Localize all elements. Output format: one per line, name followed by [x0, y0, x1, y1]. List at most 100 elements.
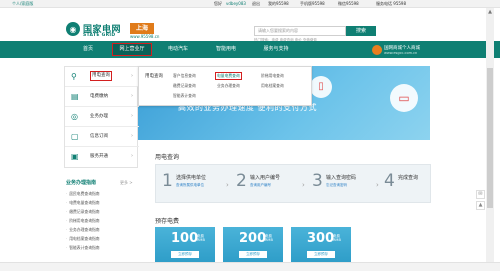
nav-service-support[interactable]: 服务与支持	[254, 41, 298, 58]
prepaid-button[interactable]: 立即预存	[171, 251, 199, 258]
flyout-link-bill-query[interactable]: 电量电费查询	[215, 72, 242, 80]
chevron-right-icon: ›	[131, 73, 133, 79]
sidebar-item-business[interactable]: ◎ 业务办理 ›	[65, 107, 139, 127]
banner-pagination[interactable]	[230, 132, 270, 147]
step-number: 2	[236, 171, 247, 191]
flyout-link[interactable]: 智能表计查询	[173, 93, 196, 99]
business-guide-more-link[interactable]: 更多 >	[120, 180, 133, 186]
step-link[interactable]: 查询所属供电单位	[176, 183, 204, 188]
flyout-link[interactable]: 阶梯用电查询	[261, 73, 284, 79]
prepaid-card-300[interactable]: 300 电费 RMB 立即预存	[291, 227, 351, 263]
sidebar-item-usage-query[interactable]: ⚲ 用电查询 ›	[65, 67, 139, 87]
prepaid-card-200[interactable]: 200 电费 RMB 立即预存	[223, 227, 283, 263]
chevron-right-icon: ›	[131, 153, 133, 159]
city-selector[interactable]: 上海	[130, 23, 154, 34]
step-number: 1	[162, 171, 173, 191]
banner-mobile-icon: ▯	[310, 76, 332, 98]
nav-ev[interactable]: 电动汽车	[158, 41, 198, 58]
back-to-top-icon[interactable]: ▲	[476, 201, 485, 210]
mall-promo[interactable]: 国网商城个人商城 www.esgcc.com.cn	[372, 45, 432, 57]
logo-english-text[interactable]: STATE GRID	[83, 33, 115, 38]
list-item[interactable]: 阶梯用电查询指南	[66, 218, 99, 224]
step-3: 3 输入查询密码 忘记查询密码	[312, 171, 376, 199]
arrow-right-icon: ›	[226, 181, 229, 189]
list-item[interactable]: 智能表计查询指南	[66, 245, 99, 251]
service-icon: ◎	[71, 112, 78, 121]
sidebar-item-label: 业务办理	[90, 114, 108, 119]
step-link[interactable]: 查询用户编号	[250, 183, 271, 188]
step-arrow: ›	[302, 171, 312, 199]
prepaid-amount: 200	[239, 231, 267, 246]
banner-monitor-icon: ▭	[390, 84, 418, 112]
flyout-link[interactable]: 用电档案查询	[261, 83, 284, 89]
step-title: 输入查询密码	[326, 175, 357, 181]
site-domain: www.95598.cn	[130, 34, 160, 39]
browser-status-bar	[0, 262, 500, 271]
welcome-text: 您好	[214, 1, 222, 6]
scrollbar-thumb[interactable]	[487, 68, 493, 208]
site-header: ◉ 国家电网 STATE GRID 上海 www.95598.cn 请输入您要搜…	[0, 8, 500, 42]
query-steps: 1 选择供电单位 查询所属供电单位 › 2 输入用户编号 查询用户编号 › 3 …	[155, 164, 431, 203]
prepaid-unit: 电费 RMB	[265, 234, 273, 242]
nav-smart-power[interactable]: 智能用电	[206, 41, 246, 58]
sidebar-item-subscribe[interactable]: ▢ 信息订阅 ›	[65, 127, 139, 147]
list-item[interactable]: 缴费记录查询指南	[66, 209, 99, 215]
scroll-up-icon[interactable]: ▲	[486, 8, 494, 16]
step-title: 输入用户编号	[250, 175, 281, 181]
arrow-right-icon: ›	[376, 181, 379, 189]
step-link[interactable]: 忘记查询密码	[326, 183, 347, 188]
personal-link[interactable]: 个人/家庭版	[12, 0, 33, 8]
prepaid-heading: 预存电费	[155, 218, 180, 225]
magnifier-icon: ⚲	[71, 72, 77, 81]
subscribe-icon: ▢	[71, 132, 79, 141]
unit-bottom: RMB	[197, 238, 205, 242]
usage-query-flyout: 用电查询 客户信息查询 电量电费查询 阶梯用电查询 缴费记录查询 业务办理查询 …	[138, 66, 312, 106]
list-item[interactable]: 电费电量查询指南	[66, 200, 99, 206]
open-service-icon: ▣	[71, 152, 79, 161]
flyout-title: 用电查询	[145, 74, 163, 79]
my-95598-link[interactable]: 我的95598	[268, 0, 289, 8]
hotline-text: 服务电话 95598	[376, 1, 406, 6]
prepaid-button[interactable]: 立即预存	[239, 251, 267, 258]
search-button[interactable]: 搜索	[346, 26, 376, 36]
step-4: 4 完成查询	[384, 171, 430, 199]
nav-home[interactable]: 首页	[70, 41, 106, 58]
payment-icon: ▤	[71, 92, 79, 101]
business-guide-title: 业务办理指南	[66, 180, 97, 186]
step-title: 完成查询	[398, 175, 419, 181]
flyout-link[interactable]: 客户信息查询	[173, 73, 196, 79]
step-number: 3	[312, 171, 323, 191]
step-number: 4	[384, 171, 395, 191]
flyout-link[interactable]: 业务办理查询	[217, 83, 240, 89]
prepaid-button[interactable]: 立即预存	[307, 251, 335, 258]
step-1: 1 选择供电单位 查询所属供电单位	[162, 171, 226, 199]
sidebar-item-label: 用电查询	[90, 71, 112, 81]
state-grid-logo-icon[interactable]: ◉	[66, 22, 80, 36]
chevron-right-icon: ›	[131, 113, 133, 119]
prepaid-unit: 电费 RMB	[197, 234, 205, 242]
prepaid-amount: 100	[171, 231, 199, 246]
top-utility-bar: 个人/家庭版 您好 vdbey083 退出 我的95598 手机版95598 微…	[0, 0, 500, 8]
prepaid-card-100[interactable]: 100 电费 RMB 立即预存	[155, 227, 215, 263]
step-arrow: ›	[226, 171, 236, 199]
chevron-right-icon: ›	[131, 133, 133, 139]
sidebar-item-bill-payment[interactable]: ▤ 电费缴纳 ›	[65, 87, 139, 107]
logout-link[interactable]: 退出	[252, 0, 260, 8]
mobile-95598-link[interactable]: 手机版95598	[300, 0, 325, 8]
wechat-95598-link[interactable]: 微信95598	[338, 0, 359, 8]
sidebar-item-open-service[interactable]: ▣ 服务开通 ›	[65, 147, 139, 167]
list-item[interactable]: 用电档案查询指南	[66, 236, 99, 242]
list-item[interactable]: 业务办理查询指南	[66, 227, 99, 233]
page-scrollbar[interactable]: ▲ ▼	[486, 8, 494, 271]
username-link[interactable]: vdbey083	[226, 0, 246, 8]
sidebar-item-label: 服务开通	[90, 154, 108, 159]
search-input[interactable]: 请输入您要搜索的内容	[254, 26, 346, 36]
prepaid-amount: 300	[307, 231, 335, 246]
list-item[interactable]: 居民电费查询指南	[66, 191, 99, 197]
step-2: 2 输入用户编号 查询用户编号	[236, 171, 300, 199]
nav-online-hall[interactable]: 网上营业厅	[112, 43, 152, 56]
prepaid-unit: 电费 RMB	[333, 234, 341, 242]
mall-url: www.esgcc.com.cn	[384, 51, 418, 55]
feedback-icon[interactable]: ✉	[476, 190, 485, 199]
flyout-link[interactable]: 缴费记录查询	[173, 83, 196, 89]
